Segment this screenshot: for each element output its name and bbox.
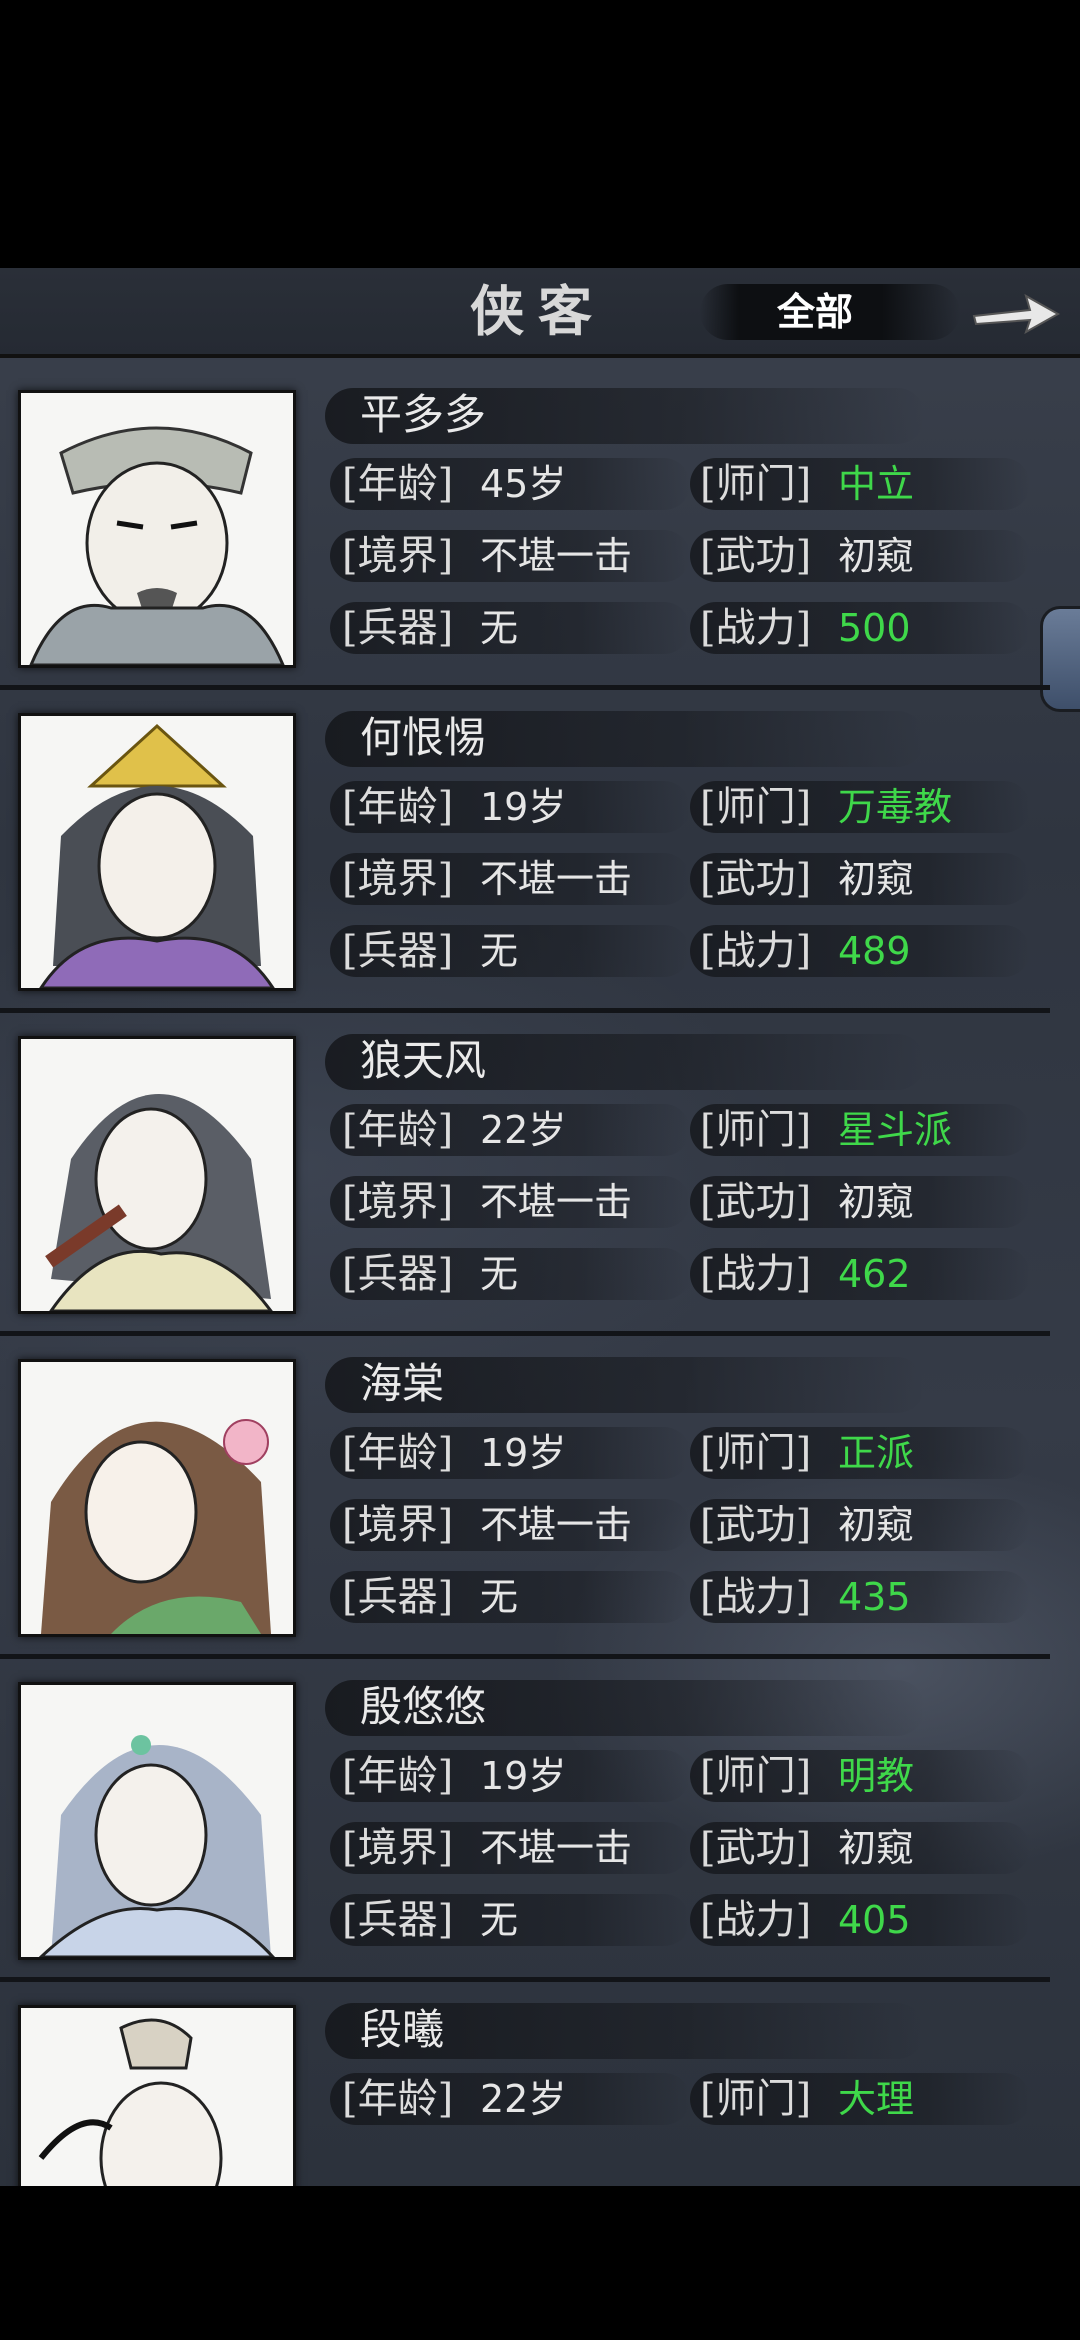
age-value: 22岁 (480, 2077, 567, 2121)
power-label: [战力] (700, 1574, 812, 1620)
navigation-bar-area (0, 2186, 1080, 2340)
hero-portrait (18, 1359, 296, 1637)
page-title: 侠客 (470, 279, 606, 343)
hero-portrait (18, 1682, 296, 1960)
weapon-value: 无 (480, 606, 519, 650)
age-label: [年龄] (342, 784, 454, 830)
age-label: [年龄] (342, 1107, 454, 1153)
filter-dropdown[interactable]: 全部 (760, 286, 870, 338)
age-value: 19岁 (480, 1431, 567, 1475)
arrow-right-icon[interactable] (970, 286, 1062, 340)
hero-card[interactable]: 段曦 [年龄] 22岁 [师门] 大理 (0, 1983, 1060, 2186)
status-bar-area (0, 0, 1080, 268)
sect-value: 中立 (838, 462, 915, 506)
martial-label: [武功] (700, 533, 812, 579)
age-label: [年龄] (342, 1430, 454, 1476)
martial-label: [武功] (700, 1179, 812, 1225)
weapon-label: [兵器] (342, 605, 454, 651)
sect-label: [师门] (700, 1430, 812, 1476)
realm-label: [境界] (342, 1179, 454, 1225)
hero-name: 平多多 (360, 390, 487, 439)
martial-value: 初窥 (838, 1180, 915, 1224)
hero-card[interactable]: 海棠 [年龄] 19岁 [师门] 正派 [境界] 不堪一击 [武功] 初窥 [兵… (0, 1337, 1060, 1659)
power-label: [战力] (700, 605, 812, 651)
power-value: 489 (838, 929, 911, 973)
age-label: [年龄] (342, 1753, 454, 1799)
hero-card[interactable]: 狼天风 [年龄] 22岁 [师门] 星斗派 [境界] 不堪一击 [武功] 初窥 … (0, 1014, 1060, 1336)
age-value: 19岁 (480, 1754, 567, 1798)
hero-portrait (18, 1036, 296, 1314)
realm-value: 不堪一击 (480, 534, 633, 578)
hero-name: 何恨惕 (360, 713, 487, 762)
weapon-label: [兵器] (342, 1251, 454, 1297)
weapon-value: 无 (480, 1252, 519, 1296)
hero-name: 殷悠悠 (360, 1682, 487, 1731)
sect-label: [师门] (700, 1107, 812, 1153)
hero-card[interactable]: 何恨惕 [年龄] 19岁 [师门] 万毒教 [境界] 不堪一击 [武功] 初窥 … (0, 691, 1060, 1013)
age-value: 22岁 (480, 1108, 567, 1152)
header-bar: 侠客 全部 (0, 268, 1080, 358)
hero-card[interactable]: 平多多 [年龄] 45岁 [师门] 中立 [境界] 不堪一击 [武功] 初窥 [… (0, 368, 1060, 690)
hero-name: 段曦 (360, 2005, 445, 2054)
power-label: [战力] (700, 928, 812, 974)
sect-label: [师门] (700, 2076, 812, 2122)
age-label: [年龄] (342, 2076, 454, 2122)
hero-list-panel: 侠客 全部 平多多 [年龄] 45岁 [师门] 中立 [境界] 不堪一击 [武功… (0, 268, 1080, 2186)
power-label: [战力] (700, 1251, 812, 1297)
sect-label: [师门] (700, 784, 812, 830)
weapon-value: 无 (480, 1898, 519, 1942)
martial-label: [武功] (700, 1502, 812, 1548)
realm-value: 不堪一击 (480, 857, 633, 901)
power-value: 405 (838, 1898, 911, 1942)
divider (0, 1977, 1050, 1982)
martial-label: [武功] (700, 1825, 812, 1871)
realm-value: 不堪一击 (480, 1180, 633, 1224)
hero-portrait (18, 2005, 296, 2186)
realm-value: 不堪一击 (480, 1503, 633, 1547)
power-value: 500 (838, 606, 911, 650)
sect-label: [师门] (700, 461, 812, 507)
martial-value: 初窥 (838, 534, 915, 578)
sect-value: 星斗派 (838, 1108, 953, 1152)
martial-value: 初窥 (838, 857, 915, 901)
sect-value: 万毒教 (838, 785, 953, 829)
hero-card[interactable]: 殷悠悠 [年龄] 19岁 [师门] 明教 [境界] 不堪一击 [武功] 初窥 [… (0, 1660, 1060, 1982)
sect-value: 明教 (838, 1754, 915, 1798)
weapon-label: [兵器] (342, 928, 454, 974)
age-value: 19岁 (480, 785, 567, 829)
sect-value: 正派 (838, 1431, 915, 1475)
hero-portrait (18, 713, 296, 991)
weapon-label: [兵器] (342, 1897, 454, 1943)
divider (0, 1008, 1050, 1013)
divider (0, 1654, 1050, 1659)
age-value: 45岁 (480, 462, 567, 506)
weapon-label: [兵器] (342, 1574, 454, 1620)
realm-label: [境界] (342, 1825, 454, 1871)
martial-value: 初窥 (838, 1826, 915, 1870)
age-label: [年龄] (342, 461, 454, 507)
realm-label: [境界] (342, 1502, 454, 1548)
hero-portrait (18, 390, 296, 668)
divider (0, 685, 1050, 690)
power-value: 435 (838, 1575, 911, 1619)
hero-name: 狼天风 (360, 1036, 487, 1085)
sect-value: 大理 (838, 2077, 915, 2121)
realm-value: 不堪一击 (480, 1826, 633, 1870)
sect-label: [师门] (700, 1753, 812, 1799)
weapon-value: 无 (480, 929, 519, 973)
divider (0, 1331, 1050, 1336)
realm-label: [境界] (342, 856, 454, 902)
weapon-value: 无 (480, 1575, 519, 1619)
power-label: [战力] (700, 1897, 812, 1943)
hero-name: 海棠 (360, 1359, 445, 1408)
realm-label: [境界] (342, 533, 454, 579)
martial-value: 初窥 (838, 1503, 915, 1547)
power-value: 462 (838, 1252, 911, 1296)
martial-label: [武功] (700, 856, 812, 902)
